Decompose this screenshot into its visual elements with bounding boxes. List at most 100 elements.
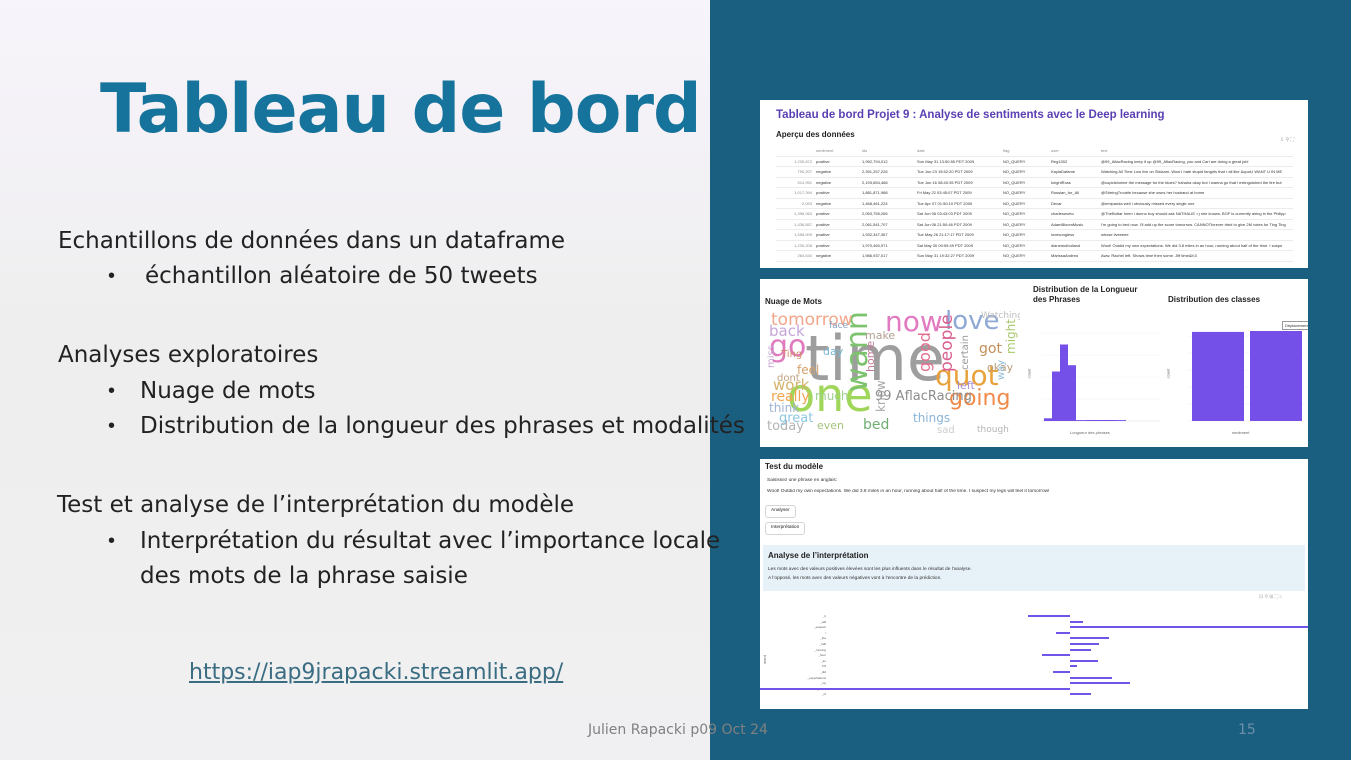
table-cell: Sat May 30 00:59:49 PDT 2009 (915, 240, 1001, 251)
table-cell: KaylaDafame (1049, 166, 1099, 178)
wordcloud-word: way (996, 359, 1007, 380)
bullet-interpretation-line1: Interprétation du résultat avec l’import… (140, 528, 721, 554)
importance-bar (1052, 671, 1070, 673)
classes-barchart (1188, 331, 1304, 422)
table-cell: Sat Jun 06 03:43:03 PDT 2009 (915, 208, 1001, 220)
data-table: sentiment ids date flag user text 1,230,872 po… (776, 146, 1293, 262)
wordcloud-word: make (865, 329, 896, 342)
wordcloud-word: much (815, 389, 849, 403)
importance-bar (1070, 643, 1100, 645)
table-row: 790,207 negative 2,391,257,226 Tue Jun 23 1… (776, 166, 1293, 178)
table-cell: Watching All Time Low live on Stickam. W… (1099, 166, 1293, 178)
table-cell: @StirringTrouble because she owns her hu… (1099, 187, 1293, 199)
importance-word-label: _the (820, 636, 826, 641)
importance-word-label: 3.8 (821, 664, 826, 669)
importance-word-label: _of (821, 692, 826, 697)
classes-legend[interactable]: Déplacement (1282, 321, 1308, 330)
table-cell: 1,017,394 (776, 187, 814, 199)
table-toolbar-icons[interactable]: ⇩ ⚲ ⛶ (1280, 137, 1294, 143)
table-cell: @99_AflacRacing keep it up @99_AflacRaci… (1099, 156, 1293, 167)
table-cell: 1,468,461,224 (860, 198, 915, 209)
table-cell: Sun May 31 13:50:55 PDT 2009 (915, 156, 1001, 167)
table-cell: 1,436,857 (776, 219, 814, 230)
length-histogram (1042, 332, 1160, 422)
table-header-cell[interactable]: user (1049, 146, 1099, 157)
importance-bar (1070, 648, 1091, 651)
table-cell: 2,193,654,468 (860, 177, 915, 188)
table-cell: negative (814, 250, 860, 262)
table-cell: NO_QUERY (1001, 240, 1049, 251)
table-header-cell[interactable]: flag (1001, 146, 1049, 157)
importance-word-label: _running (814, 647, 826, 652)
table-cell: 2,061,541,707 (860, 219, 915, 230)
table-row: 514,951 negative 2,193,654,468 Tue Jun 16 0… (776, 177, 1293, 188)
importance-word-label: _expectations (807, 675, 826, 680)
table-cell: knightRoss (1049, 177, 1099, 188)
table-cell: NO_QUERY (1001, 177, 1049, 188)
histogram-bar (1060, 344, 1068, 421)
importance-bar (1070, 637, 1109, 640)
table-cell: positive (814, 240, 860, 251)
table-cell: Tue Apr 07 01:50:10 PDT 2009 (915, 198, 1001, 209)
section-heading-exploratory: Analyses exploratoires (58, 342, 319, 368)
table-cell: 1,986,937,017 (860, 250, 915, 262)
page-number: 15 (1238, 722, 1256, 738)
table-cell: NO_QUERY (1001, 156, 1049, 167)
table-cell: I'm going to bed now. I'll add up the sc… (1099, 219, 1293, 230)
table-cell: 1,932,347,367 (860, 229, 915, 241)
wordcloud-word: back (769, 322, 805, 340)
table-cell: Woot! Outdid my own expectations. We did… (1099, 240, 1293, 251)
importance-bar (1070, 665, 1077, 668)
class-bar (1250, 331, 1302, 421)
wordcloud-word: good (915, 332, 934, 372)
bullet-icon: • (108, 415, 116, 437)
wordcloud-word: sad (937, 425, 955, 436)
importance-word-label: _half (819, 642, 826, 646)
importance-word-label: _an (820, 658, 826, 663)
length-distribution-heading: Distribution de la Longueur des Phrases (1033, 285, 1138, 304)
importance-bar (1070, 693, 1091, 696)
table-cell: Sun May 31 19:32:27 PDT 2009 (915, 250, 1001, 262)
table-cell: @emipanda well i obviously missed every … (1099, 198, 1293, 209)
table-row: 1,396,063 positive 2,053,755,265 Sat Jun 06… (776, 208, 1293, 220)
table-cell: 790,207 (776, 166, 814, 178)
wordcloud-word: things (913, 411, 951, 425)
table-cell: positive (814, 229, 860, 241)
table-cell: 2,391,257,226 (860, 166, 915, 178)
table-header-cell[interactable]: date (915, 146, 1001, 157)
streamlit-app-link[interactable]: https://iap9jrapacki.streamlit.app/ (189, 660, 563, 685)
wordcloud-word: great (779, 411, 814, 426)
dashboard-charts-screenshot: Nuage de Mots time one now love wanna go quot g… (760, 279, 1308, 447)
wordcloud-word: Watching (981, 311, 1020, 321)
table-cell: positive (814, 156, 860, 167)
table-header-cell[interactable] (776, 146, 814, 157)
table-cell: positive (814, 219, 860, 230)
histogram-bar (1052, 371, 1060, 421)
table-cell: Reg1002 (1049, 156, 1099, 167)
wordcloud-word: got (979, 341, 1002, 357)
table-cell: positive (814, 187, 860, 199)
bullet-icon: • (108, 380, 116, 402)
table-cell: 1,396,063 (776, 208, 814, 220)
table-row: 1,230,208 positive 1,970,460,971 Sat May 30… (776, 240, 1293, 251)
importance-word-label: _hour (818, 653, 826, 658)
table-row: 2,093 negative 1,468,461,224 Tue Apr 07 01:… (776, 198, 1293, 209)
table-cell: negative (814, 198, 860, 209)
table-header-cell[interactable]: text (1099, 146, 1293, 157)
bullet-icon: • (108, 265, 116, 287)
importance-word-label: _my (820, 681, 826, 686)
histogram-bar (1096, 420, 1126, 421)
table-header-cell[interactable]: ids (860, 146, 915, 157)
table-cell: 1,881,871,988 (860, 187, 915, 199)
dashboard-data-screenshot: Tableau de bord Projet 9 : Analyse de se… (760, 100, 1308, 268)
table-cell: 1,558,009 (776, 229, 814, 241)
table-cell: Tue May 26 21:17:17 PDT 2009 (915, 229, 1001, 241)
table-header-cell[interactable]: sentiment (814, 146, 860, 157)
importance-bar (1042, 654, 1070, 657)
bullet-distribution: Distribution de la longueur des phrases … (140, 413, 745, 439)
importance-bar (1070, 620, 1083, 623)
classes-xlabel: sentiment (1232, 430, 1250, 435)
table-cell: MarissaAndrea (1049, 250, 1099, 262)
importance-word-label: i (825, 630, 826, 635)
table-cell: 1,230,872 (776, 156, 814, 167)
